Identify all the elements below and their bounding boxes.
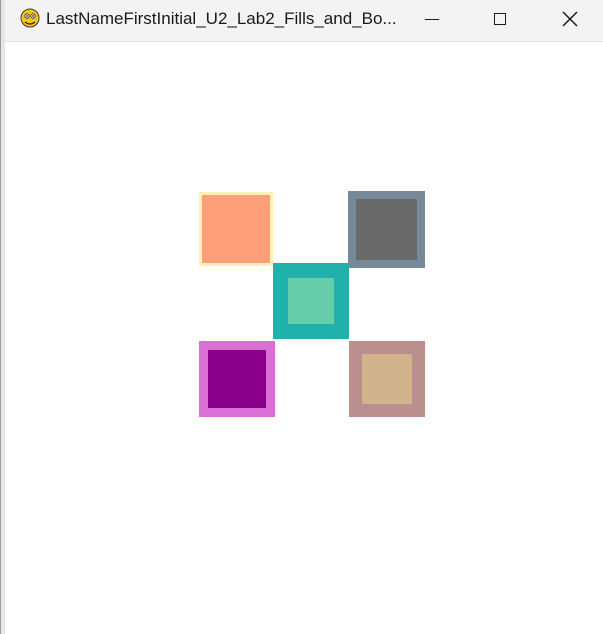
square-center — [273, 263, 349, 339]
square-top-right — [348, 191, 425, 268]
maximize-button[interactable] — [465, 0, 535, 38]
close-button[interactable] — [535, 0, 603, 38]
minimize-icon — [425, 18, 439, 20]
pygame-snake-icon — [20, 8, 40, 28]
square-top-left — [199, 192, 273, 266]
window-title: LastNameFirstInitial_U2_Lab2_Fills_and_B… — [46, 9, 397, 28]
app-window: LastNameFirstInitial_U2_Lab2_Fills_and_B… — [0, 0, 603, 634]
drawing-canvas — [5, 42, 603, 634]
maximize-icon — [494, 13, 506, 25]
square-bottom-left — [199, 341, 275, 417]
title-bar[interactable]: LastNameFirstInitial_U2_Lab2_Fills_and_B… — [5, 0, 603, 42]
close-icon — [562, 11, 578, 27]
square-bottom-right — [349, 341, 425, 417]
minimize-button[interactable] — [397, 0, 467, 38]
